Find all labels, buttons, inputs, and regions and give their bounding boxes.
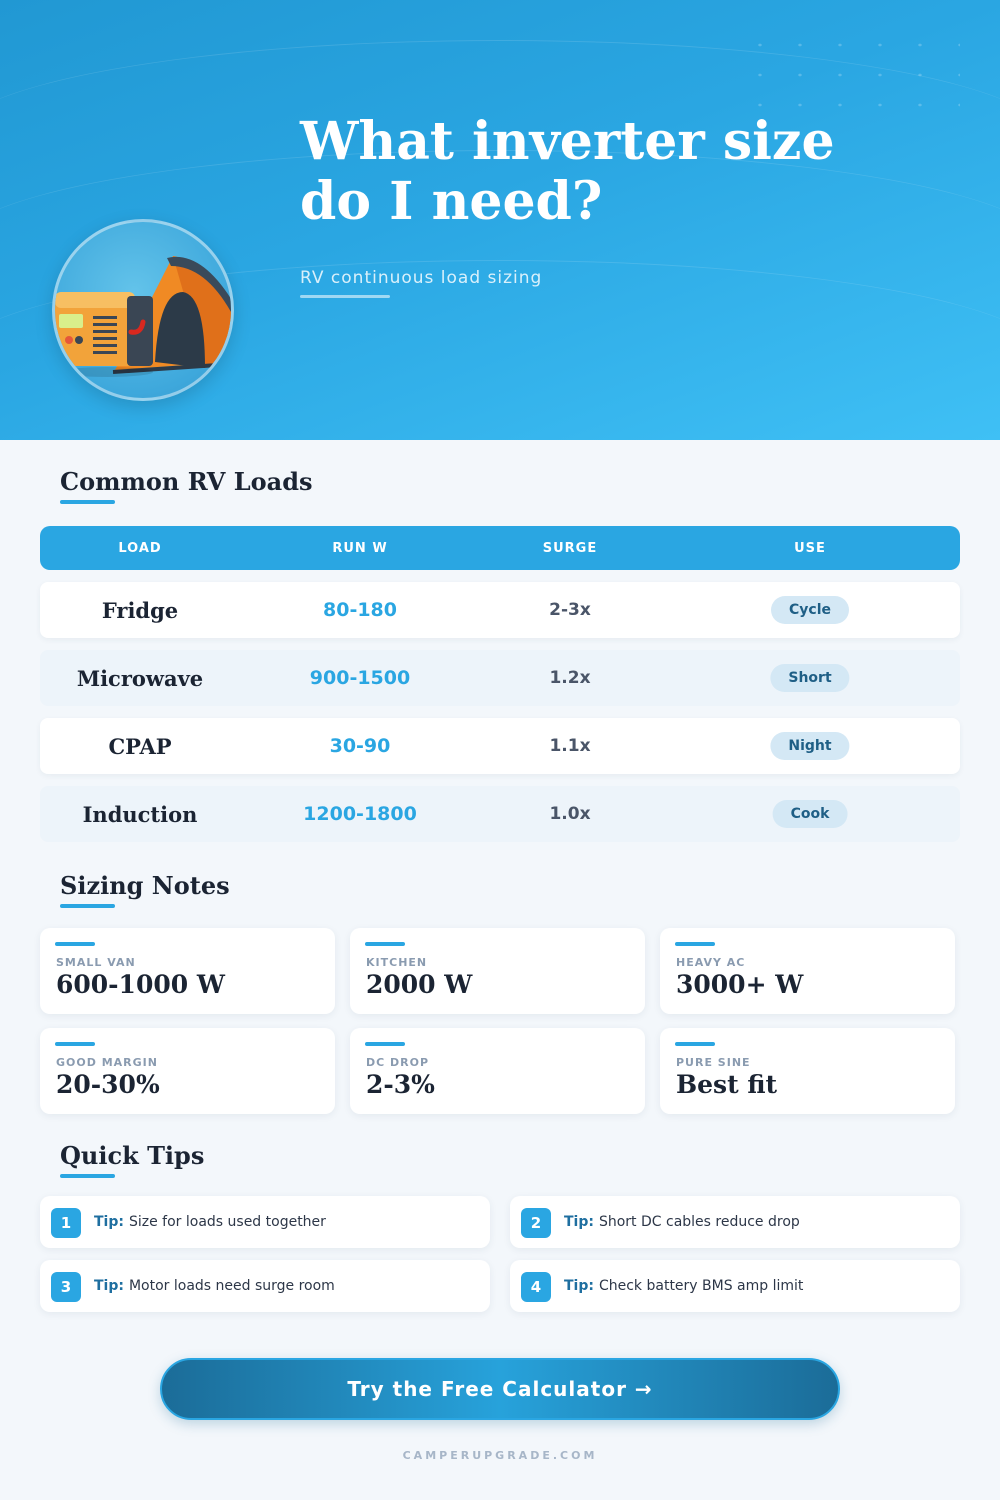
load-name: Induction [82, 801, 198, 827]
note-card: PURE SINE Best fit [660, 1028, 955, 1114]
note-value: 3000+ W [676, 970, 804, 999]
loads-table-header: LOAD RUN W SURGE USE [40, 526, 960, 570]
surge-factor: 1.0x [549, 804, 591, 824]
tip-item: 3 Tip: Motor loads need surge room [40, 1260, 490, 1312]
page-subtitle: RV continuous load sizing [300, 268, 543, 288]
tip-text: Motor loads need surge room [128, 1278, 335, 1294]
table-row: CPAP 30-90 1.1x Night [40, 718, 960, 774]
use-badge: Night [770, 732, 850, 760]
note-card: SMALL VAN 600-1000 W [40, 928, 335, 1014]
tip-text-line: Tip: Motor loads need surge room [94, 1260, 335, 1312]
tip-prefix: Tip: [564, 1278, 594, 1294]
column-header-run-w: RUN W [332, 540, 388, 556]
note-label: SMALL VAN [56, 956, 136, 969]
column-header-use: USE [794, 540, 826, 556]
tip-text-line: Tip: Size for loads used together [94, 1196, 326, 1248]
tip-prefix: Tip: [94, 1214, 124, 1230]
note-value: 20-30% [56, 1070, 160, 1099]
card-accent [675, 1042, 715, 1046]
table-row: Microwave 900-1500 1.2x Short [40, 650, 960, 706]
load-name: CPAP [108, 733, 172, 759]
note-value: Best fit [676, 1070, 778, 1099]
run-watts: 1200-1800 [303, 803, 417, 825]
tip-prefix: Tip: [94, 1278, 124, 1294]
surge-factor: 1.1x [549, 736, 591, 756]
tip-prefix: Tip: [564, 1214, 594, 1230]
card-accent [675, 942, 715, 946]
tip-text: Check battery BMS amp limit [598, 1278, 804, 1294]
footer-site-name: CAMPERUPGRADE.COM [402, 1449, 598, 1462]
note-card: KITCHEN 2000 W [350, 928, 645, 1014]
tip-number-badge: 1 [51, 1208, 81, 1238]
use-cell: Cook [772, 786, 848, 842]
page-title-line-2: do I need? [300, 171, 603, 232]
note-card: HEAVY AC 3000+ W [660, 928, 955, 1014]
tips-section-title: Quick Tips [60, 1141, 205, 1170]
card-accent [365, 1042, 405, 1046]
tip-number-badge: 2 [521, 1208, 551, 1238]
use-badge: Cook [772, 800, 848, 828]
note-label: GOOD MARGIN [56, 1056, 158, 1069]
tips-section-underline [60, 1174, 115, 1178]
use-badge: Cycle [771, 596, 849, 624]
card-accent [365, 942, 405, 946]
notes-section-underline [60, 904, 115, 908]
tip-text: Short DC cables reduce drop [598, 1214, 800, 1230]
tip-item: 4 Tip: Check battery BMS amp limit [510, 1260, 960, 1312]
note-value: 2-3% [366, 1070, 435, 1099]
note-label: HEAVY AC [676, 956, 746, 969]
load-name: Fridge [101, 597, 179, 623]
subtitle-underline [300, 295, 390, 298]
note-value: 2000 W [366, 970, 473, 999]
loads-section-underline [60, 500, 115, 504]
table-row: Induction 1200-1800 1.0x Cook [40, 786, 960, 842]
use-cell: Cycle [771, 582, 849, 638]
run-watts: 30-90 [329, 735, 391, 757]
page-title-line-1: What inverter size [300, 111, 835, 172]
hero-dot-pattern [740, 30, 960, 110]
hero-banner: What inverter size do I need? RV continu… [0, 0, 1000, 440]
tip-number-badge: 4 [521, 1272, 551, 1302]
column-header-surge: SURGE [542, 540, 598, 556]
note-card: DC DROP 2-3% [350, 1028, 645, 1114]
free-calculator-button[interactable]: Try the Free Calculator → [160, 1358, 840, 1420]
surge-factor: 2-3x [549, 600, 591, 620]
tip-text-line: Tip: Check battery BMS amp limit [564, 1260, 803, 1312]
tip-text-line: Tip: Short DC cables reduce drop [564, 1196, 800, 1248]
page-title: What inverter size do I need? [300, 112, 860, 232]
run-watts: 80-180 [323, 599, 397, 621]
note-label: PURE SINE [676, 1056, 751, 1069]
use-badge: Short [770, 664, 850, 692]
card-accent [55, 942, 95, 946]
loads-section-title: Common RV Loads [60, 467, 313, 496]
table-row: Fridge 80-180 2-3x Cycle [40, 582, 960, 638]
notes-section-title: Sizing Notes [60, 871, 230, 900]
note-label: KITCHEN [366, 956, 428, 969]
surge-factor: 1.2x [549, 668, 591, 688]
note-label: DC DROP [366, 1056, 430, 1069]
use-cell: Short [770, 650, 850, 706]
card-accent [55, 1042, 95, 1046]
tip-number-badge: 3 [51, 1272, 81, 1302]
tip-text: Size for loads used together [128, 1214, 326, 1230]
use-cell: Night [770, 718, 850, 774]
note-card: GOOD MARGIN 20-30% [40, 1028, 335, 1114]
column-header-load: LOAD [118, 540, 162, 556]
note-value: 600-1000 W [56, 970, 225, 999]
tip-item: 1 Tip: Size for loads used together [40, 1196, 490, 1248]
inverter-tent-illustration-icon [52, 219, 234, 401]
tip-item: 2 Tip: Short DC cables reduce drop [510, 1196, 960, 1248]
load-name: Microwave [76, 665, 204, 691]
run-watts: 900-1500 [309, 667, 411, 689]
